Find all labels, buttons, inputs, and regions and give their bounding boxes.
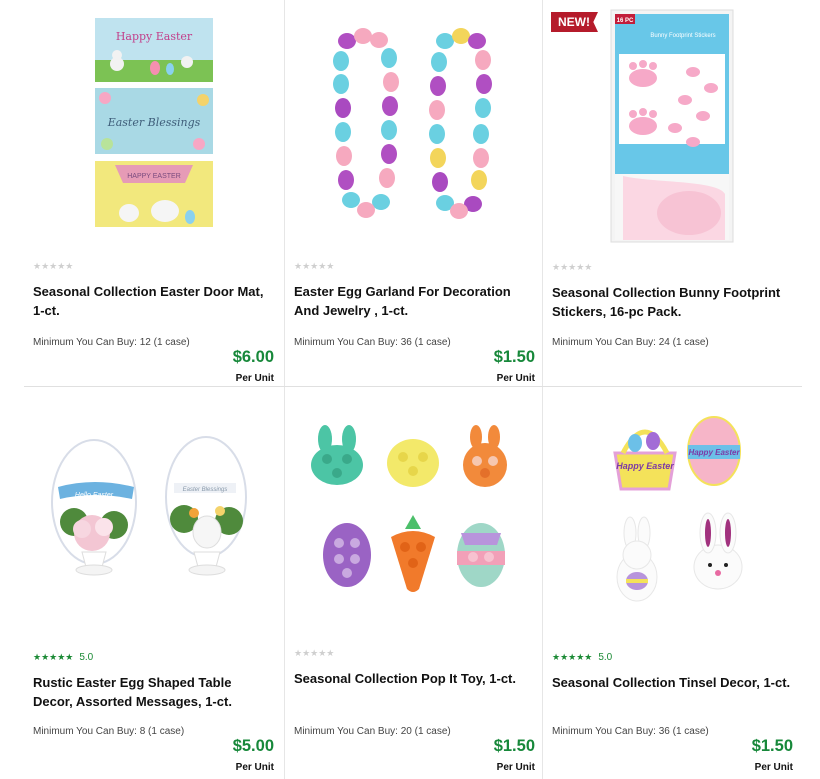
price-unit: Per Unit: [496, 373, 535, 384]
minimum-quantity: Minimum You Can Buy: 24 (1 case): [552, 337, 709, 348]
price-unit: Per Unit: [496, 762, 535, 773]
tinsel-text: Happy Easter: [688, 448, 740, 457]
product-image[interactable]: 16 PC Bunny Footprint Stickers: [543, 8, 802, 258]
price-unit: Per Unit: [754, 762, 793, 773]
minimum-quantity: Minimum You Can Buy: 36 (1 case): [552, 726, 709, 737]
product-price: $1.50: [493, 348, 535, 366]
package-title: Bunny Footprint Stickers: [650, 33, 715, 39]
rating-value: 5.0: [598, 652, 613, 663]
rating-stars: ★★★★★ 5.0: [552, 652, 613, 663]
minimum-quantity: Minimum You Can Buy: 20 (1 case): [294, 726, 451, 737]
rating-stars: ★★★★★: [552, 262, 593, 272]
product-title[interactable]: Rustic Easter Egg Shaped Table Decor, As…: [33, 673, 273, 711]
price-unit: Per Unit: [235, 762, 274, 773]
product-title[interactable]: Seasonal Collection Bunny Footprint Stic…: [552, 283, 792, 321]
product-image[interactable]: Happy Easter Easter Blessings HAPPY EAST…: [24, 8, 283, 258]
price-unit: Per Unit: [235, 373, 274, 384]
new-badge: NEW!: [551, 12, 598, 32]
tinsel-text: Happy Easter: [616, 461, 674, 471]
mat-text: Happy Easter: [116, 30, 193, 43]
product-card[interactable]: ★★★★★ Seasonal Collection Pop It Toy, 1-…: [285, 387, 544, 779]
product-image[interactable]: Happy Easter Happy Easter: [543, 387, 802, 637]
minimum-quantity: Minimum You Can Buy: 12 (1 case): [33, 337, 190, 348]
product-title[interactable]: Seasonal Collection Pop It Toy, 1-ct.: [294, 669, 534, 688]
minimum-quantity: Minimum You Can Buy: 8 (1 case): [33, 726, 185, 737]
pack-count-label: 16 PC: [617, 18, 634, 24]
product-title[interactable]: Easter Egg Garland For Decoration And Je…: [294, 282, 534, 320]
product-card[interactable]: ★★★★★ Easter Egg Garland For Decoration …: [285, 0, 544, 386]
rating-stars: ★★★★★: [294, 261, 335, 271]
product-card[interactable]: 16 PC Bunny Footprint Stickers NEW! ★★★★…: [543, 0, 802, 386]
product-image[interactable]: Hello Easter Easter Blessings: [24, 387, 283, 637]
rating-value: 5.0: [79, 652, 94, 663]
product-price: $1.50: [751, 737, 793, 755]
rating-stars: ★★★★★: [33, 261, 74, 271]
product-title[interactable]: Seasonal Collection Easter Door Mat, 1-c…: [33, 282, 273, 320]
product-image[interactable]: [285, 8, 544, 258]
sign-text: Easter Blessings: [183, 487, 228, 493]
product-price: $5.00: [232, 737, 274, 755]
rating-stars: ★★★★★: [294, 648, 335, 658]
mat-text: HAPPY EASTER: [127, 173, 181, 180]
product-price: $1.50: [493, 737, 535, 755]
product-title[interactable]: Seasonal Collection Tinsel Decor, 1-ct.: [552, 673, 792, 692]
product-card[interactable]: Happy Easter Happy Easter ★★★★★ 5.0 Seas…: [543, 387, 802, 779]
product-image[interactable]: [285, 387, 544, 637]
sign-text: Hello Easter: [75, 492, 114, 499]
rating-stars: ★★★★★ 5.0: [33, 652, 94, 663]
mat-text: Easter Blessings: [107, 116, 201, 129]
product-card[interactable]: Hello Easter Easter Blessings ★★★★★ 5.0 R…: [24, 387, 283, 779]
minimum-quantity: Minimum You Can Buy: 36 (1 case): [294, 337, 451, 348]
product-card[interactable]: Happy Easter Easter Blessings HAPPY EAST…: [24, 0, 283, 386]
product-price: $6.00: [232, 348, 274, 366]
